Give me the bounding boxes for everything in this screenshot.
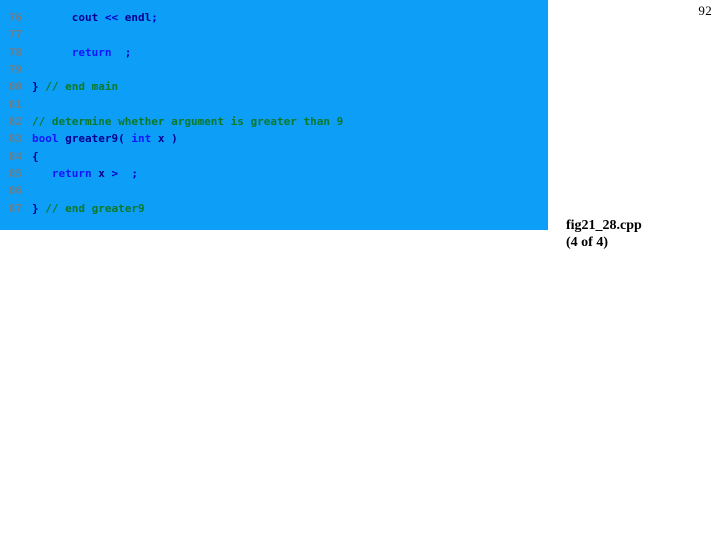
code-token-keyword: return xyxy=(51,167,92,181)
code-token-keyword: return xyxy=(71,45,112,59)
code-line-text: // determine whether argument is greater… xyxy=(32,115,343,128)
code-line: 76 cout << endl; xyxy=(0,9,548,26)
code-token-operator: ; xyxy=(151,11,158,24)
code-line-number: 85 xyxy=(8,167,22,181)
code-token-operator: ; xyxy=(124,45,132,59)
code-line-number: 86 xyxy=(8,184,22,198)
code-line: 87} // end greater9 xyxy=(0,200,548,217)
code-token-comment: // determine whether argument is greater… xyxy=(32,115,344,129)
code-line: 85 return x > ; xyxy=(0,165,548,182)
code-line: 82 // determine whether argument is great… xyxy=(0,113,548,130)
code-line-number: 76 xyxy=(8,11,22,24)
code-line: 86 xyxy=(0,182,548,199)
code-line: 83 bool greater9( int x ) xyxy=(0,130,548,147)
page-number: 92 xyxy=(698,3,712,18)
code-line-number: 87 xyxy=(8,201,22,215)
code-line-text: cout << endl; xyxy=(32,11,158,24)
code-line-text: bool greater9( int x ) xyxy=(32,132,178,145)
code-token-plain: } xyxy=(32,80,39,94)
caption-part: (4 of 4) xyxy=(566,235,608,250)
code-line: 81 xyxy=(0,96,548,113)
code-line-text: } // end greater9 xyxy=(32,202,145,215)
code-token-plain: endl xyxy=(124,11,152,24)
code-token-operator: ; xyxy=(131,167,138,181)
code-line-number: 77 xyxy=(8,28,22,42)
code-token-plain: x xyxy=(98,167,105,181)
code-line-text: return ; xyxy=(32,45,132,59)
code-line: 79 xyxy=(0,61,548,78)
code-token-plain: } xyxy=(32,201,39,215)
code-line-number: 78 xyxy=(8,45,22,59)
code-token-plain: { xyxy=(32,149,39,163)
code-listing: 76 cout << endl; 77 78 return ; 79 80} // en… xyxy=(0,9,548,217)
code-line-number: 84 xyxy=(8,149,22,163)
caption-filename: fig21_28.cpp xyxy=(566,218,642,233)
code-line-number: 79 xyxy=(8,63,22,77)
figure-caption: fig21_28.cpp (4 of 4) xyxy=(566,217,642,251)
code-listing-panel: 76 cout << endl; 77 78 return ; 79 80} // en… xyxy=(0,0,548,230)
code-token-comment: // end main xyxy=(45,80,119,94)
code-line: 80} // end main xyxy=(0,78,548,95)
code-token-operator: << xyxy=(104,11,119,24)
code-line-number: 82 xyxy=(8,115,22,129)
code-token-plain: cout xyxy=(71,11,99,24)
code-token-keyword: bool xyxy=(32,132,59,146)
code-token-comment: // end greater9 xyxy=(45,201,145,215)
code-line-number: 80 xyxy=(8,80,22,94)
code-line-text: return x > ; xyxy=(32,167,138,180)
code-token-keyword: int xyxy=(131,132,152,146)
code-line-number: 81 xyxy=(8,97,22,111)
code-line-text: } // end main xyxy=(32,80,118,93)
code-line-text: { xyxy=(32,150,39,163)
code-token-plain: ) xyxy=(164,132,178,146)
code-line: 78 return ; xyxy=(0,44,548,61)
code-line: 77 xyxy=(0,26,548,43)
code-token-plain: greater9( xyxy=(65,132,125,146)
code-line: 84 { xyxy=(0,148,548,165)
code-line-number: 83 xyxy=(8,132,22,146)
